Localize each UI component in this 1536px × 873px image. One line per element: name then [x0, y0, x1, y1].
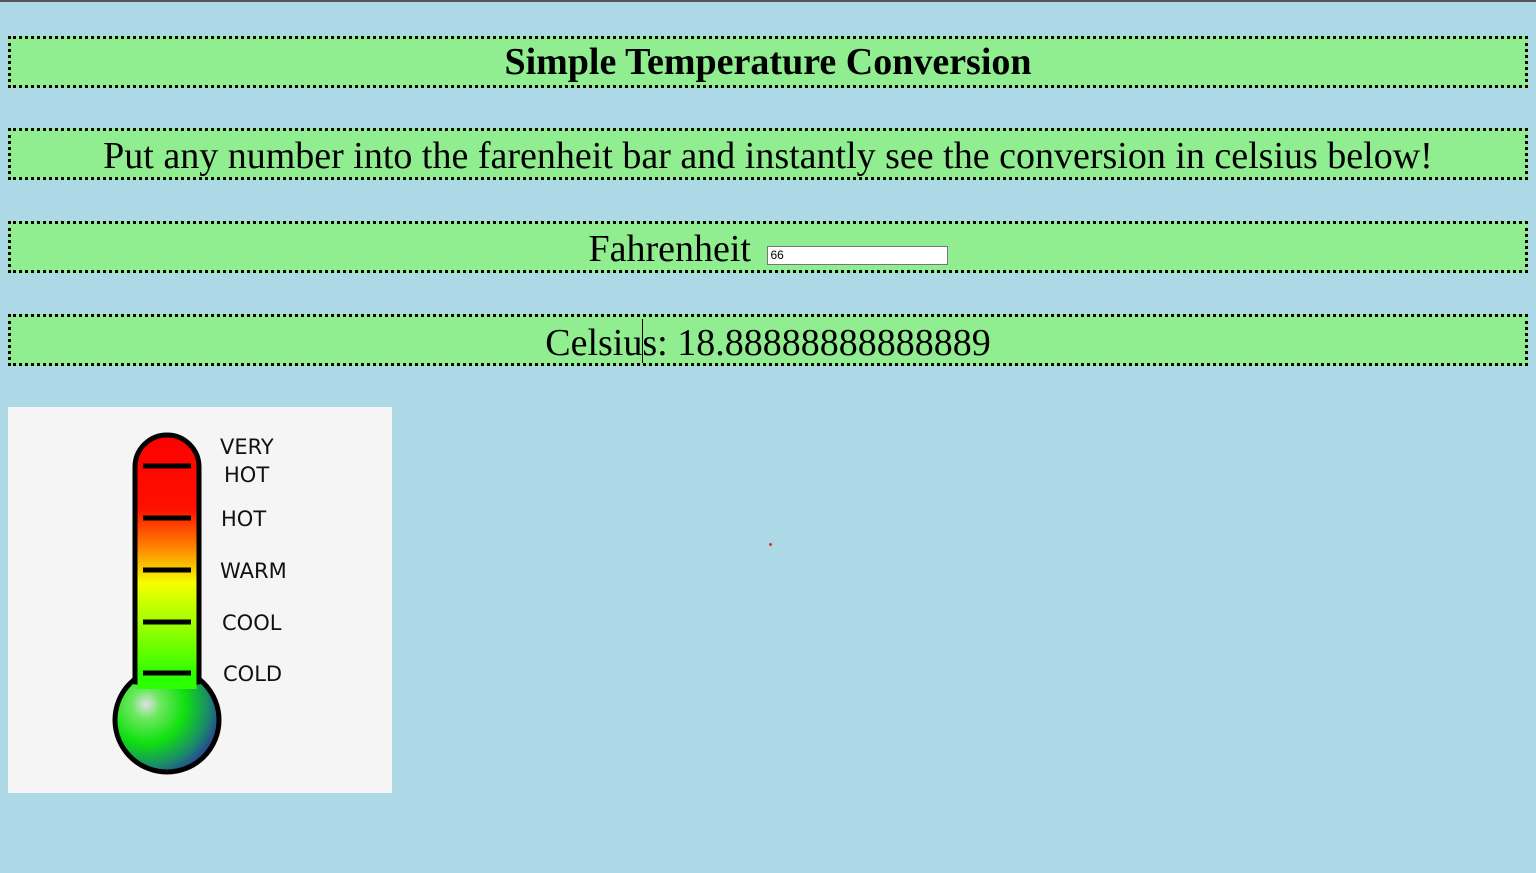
label-hot: HOT: [221, 507, 267, 531]
description-box: Put any number into the farenheit bar an…: [8, 128, 1528, 180]
fahrenheit-input[interactable]: [766, 245, 948, 265]
thermometer-image: VERY HOT HOT WARM COOL COLD: [8, 407, 392, 793]
celsius-label-part2: s:: [642, 322, 668, 364]
celsius-label-part1: Celsiu: [545, 322, 643, 364]
description-text: Put any number into the farenheit bar an…: [103, 135, 1433, 177]
label-very-hot: HOT: [224, 463, 270, 487]
label-cool: COOL: [222, 611, 282, 635]
stray-dot: [769, 543, 772, 546]
thermometer-icon: [112, 432, 222, 775]
label-cold: COLD: [223, 662, 283, 686]
celsius-value: 18.88888888888889: [677, 322, 991, 364]
celsius-label: Celsius:: [545, 319, 668, 364]
label-very: VERY: [220, 435, 274, 459]
fahrenheit-box: Fahrenheit: [8, 221, 1528, 273]
title-box: Simple Temperature Conversion: [8, 36, 1528, 88]
page-title: Simple Temperature Conversion: [504, 41, 1032, 83]
fahrenheit-label: Fahrenheit: [588, 228, 751, 270]
celsius-box: Celsius: 18.88888888888889: [8, 314, 1528, 366]
label-warm: WARM: [220, 559, 287, 583]
